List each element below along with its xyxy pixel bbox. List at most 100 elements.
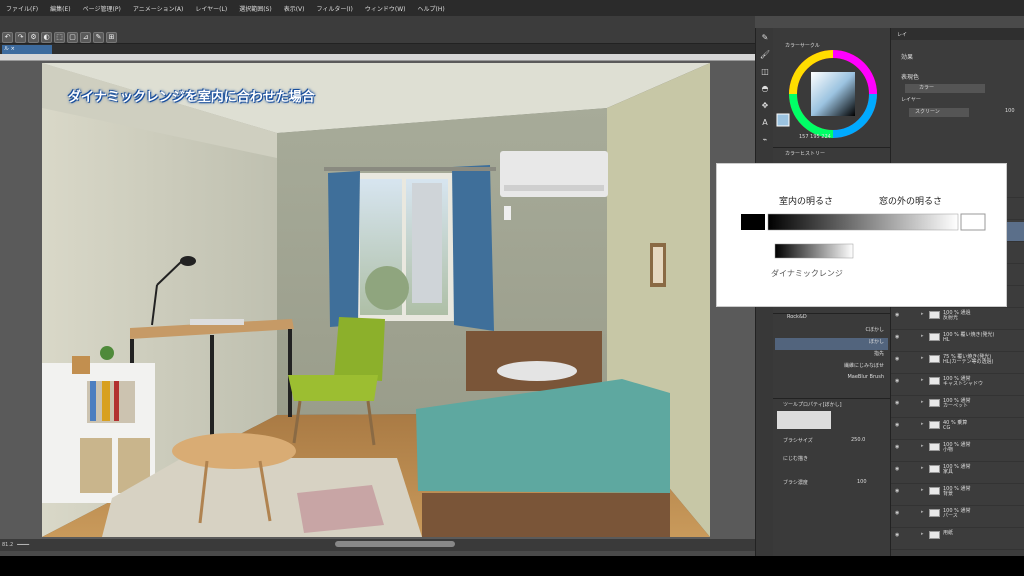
- brush-tool-icon[interactable]: 🖌: [758, 48, 772, 62]
- redo-icon[interactable]: ↷: [15, 32, 26, 43]
- density-value[interactable]: 100: [857, 479, 867, 485]
- blend-mode-select[interactable]: スクリーン: [909, 108, 969, 117]
- illustration-canvas[interactable]: [42, 63, 710, 537]
- folder-icon[interactable]: ▸: [921, 443, 924, 449]
- transform-icon[interactable]: ⬚: [54, 32, 65, 43]
- ruler-icon[interactable]: ⊿: [80, 32, 91, 43]
- color-values: 157 195 224: [799, 134, 831, 140]
- menu-item[interactable]: アニメーション(A): [127, 4, 190, 13]
- layer-thumbnail: [929, 421, 940, 429]
- layer-label: 100 % 通常 家具: [943, 464, 971, 475]
- layer-thumbnail: [929, 487, 940, 495]
- folder-icon[interactable]: ▸: [921, 531, 924, 537]
- layer-row[interactable]: ◉ ▸ 75 % 覆い焼き(発光) HL(カーテン等の透過): [891, 354, 1024, 374]
- menu-item[interactable]: 選択範囲(S): [233, 4, 278, 13]
- menu-item[interactable]: レイヤー(L): [189, 4, 233, 13]
- eyedropper-icon[interactable]: ⌁: [758, 133, 772, 147]
- horizontal-scrollbar[interactable]: [335, 541, 455, 547]
- menu-item[interactable]: ファイル(F): [0, 4, 44, 13]
- menu-item[interactable]: ウィンドウ(W): [359, 4, 412, 13]
- scene-caption: ダイナミックレンジを室内に合わせた場合: [68, 90, 315, 105]
- folder-icon[interactable]: ▸: [921, 311, 924, 317]
- layer-label: 100 % 通常 小物: [943, 442, 971, 453]
- folder-icon[interactable]: ▸: [921, 487, 924, 493]
- brush-item[interactable]: 指先: [775, 350, 888, 362]
- range-bars: [741, 213, 986, 259]
- eye-icon[interactable]: ◉: [895, 378, 903, 385]
- layer-row[interactable]: ◉ ▸ 100 % 通常 小物: [891, 442, 1024, 462]
- snap-icon[interactable]: ⊞: [106, 32, 117, 43]
- canvas-tab-bar: ル ×: [0, 44, 755, 54]
- layer-row[interactable]: ◉ ▸ 100 % 通過 反射光: [891, 310, 1024, 330]
- layer-label: 100 % 通常 背景: [943, 486, 971, 497]
- folder-icon[interactable]: ▸: [921, 465, 924, 471]
- move-tool-icon[interactable]: ✥: [758, 99, 772, 113]
- color-wheel[interactable]: [773, 28, 890, 148]
- pen-icon[interactable]: ✎: [93, 32, 104, 43]
- brush-item[interactable]: Cぼかし: [775, 326, 888, 338]
- layer-row[interactable]: ◉ ▸ 100 % 通常 キャストシャドウ: [891, 376, 1024, 396]
- menu-item[interactable]: ヘルプ(H): [411, 4, 450, 13]
- layer-thumbnail: [929, 311, 940, 319]
- folder-icon[interactable]: ▸: [921, 377, 924, 383]
- folder-icon[interactable]: ▸: [921, 399, 924, 405]
- layer-label: 用紙: [943, 530, 954, 536]
- display-color-select[interactable]: カラー: [905, 84, 985, 93]
- brush-item[interactable]: 繊維にじみなぼせ: [775, 362, 888, 374]
- text-tool-icon[interactable]: A: [758, 116, 772, 130]
- color-circle-panel: カラーサークル 157 195 224: [773, 28, 890, 148]
- brush-item[interactable]: ぼかし: [775, 338, 888, 350]
- layer-row[interactable]: ◉ ▸ 100 % 通常 パース: [891, 508, 1024, 528]
- gear-icon[interactable]: ⚙: [28, 32, 39, 43]
- layer-row[interactable]: ◉ ▸ 100 % 通常 背景: [891, 486, 1024, 506]
- canvas-tab[interactable]: ル ×: [2, 45, 52, 54]
- folder-icon[interactable]: ▸: [921, 333, 924, 339]
- select-icon[interactable]: ▢: [67, 32, 78, 43]
- opacity-value[interactable]: 100: [1005, 108, 1015, 114]
- zoom-slider-icon[interactable]: ━━━━: [17, 542, 29, 548]
- layer-panel-header: レイ: [891, 28, 1024, 40]
- menu-item[interactable]: ページ管理(P): [77, 4, 127, 13]
- pen-tool-icon[interactable]: ✎: [758, 31, 772, 45]
- eye-icon[interactable]: ◉: [895, 400, 903, 407]
- eye-icon[interactable]: ◉: [895, 532, 903, 539]
- bottom-black-bar: [0, 556, 1024, 576]
- density-label: ブラシ濃度: [783, 480, 808, 486]
- layer-row[interactable]: ◉ ▸ 40 % 乗算 CG: [891, 420, 1024, 440]
- undo-icon[interactable]: ↶: [2, 32, 13, 43]
- brush-list-panel: Rock&D Cぼかし ぼかし 指先 繊維にじみなぼせ MaeBlur Brus…: [773, 313, 890, 398]
- fill-tool-icon[interactable]: ◓: [758, 82, 772, 96]
- fill-icon[interactable]: ◐: [41, 32, 52, 43]
- tool-properties-panel: ツールプロパティ[ぼかし] ブラシサイズ 250.0 にじむ描き ブラシ濃度 1…: [773, 398, 890, 556]
- folder-icon[interactable]: ▸: [921, 355, 924, 361]
- zoom-value[interactable]: 81.2: [2, 542, 13, 548]
- layer-thumbnail: [929, 531, 940, 539]
- folder-icon[interactable]: ▸: [921, 509, 924, 515]
- eye-icon[interactable]: ◉: [895, 356, 903, 363]
- layer-row[interactable]: ◉ ▸ 100 % 通常 カーペット: [891, 398, 1024, 418]
- eye-icon[interactable]: ◉: [895, 466, 903, 473]
- brush-item[interactable]: MaeBlur Brush: [775, 374, 888, 386]
- layer-label: 100 % 通常 カーペット: [943, 398, 971, 409]
- menu-item[interactable]: 表示(V): [278, 4, 311, 13]
- menu-item[interactable]: フィルター(I): [311, 4, 359, 13]
- eraser-tool-icon[interactable]: ◫: [758, 65, 772, 79]
- menu-item[interactable]: 編集(E): [44, 4, 76, 13]
- brush-size-value[interactable]: 250.0: [851, 437, 865, 443]
- layer-thumbnail: [929, 377, 940, 385]
- folder-icon[interactable]: ▸: [921, 421, 924, 427]
- eye-icon[interactable]: ◉: [895, 312, 903, 319]
- blend-label: にじむ描き: [783, 456, 809, 462]
- layer-row[interactable]: ◉ ▸ 100 % 通常 家具: [891, 464, 1024, 484]
- layer-label: 100 % 通過 反射光: [943, 310, 971, 321]
- effect-label: 効果: [901, 54, 914, 61]
- eye-icon[interactable]: ◉: [895, 488, 903, 495]
- eye-icon[interactable]: ◉: [895, 422, 903, 429]
- layer-tab[interactable]: レイヤー: [901, 96, 921, 103]
- layer-row[interactable]: ◉ ▸ 100 % 覆い焼き(発光) HL: [891, 332, 1024, 352]
- eye-icon[interactable]: ◉: [895, 334, 903, 341]
- layer-label: 40 % 乗算 CG: [943, 420, 968, 431]
- eye-icon[interactable]: ◉: [895, 444, 903, 451]
- layer-row[interactable]: ◉ ▸ 用紙: [891, 530, 1024, 550]
- eye-icon[interactable]: ◉: [895, 510, 903, 517]
